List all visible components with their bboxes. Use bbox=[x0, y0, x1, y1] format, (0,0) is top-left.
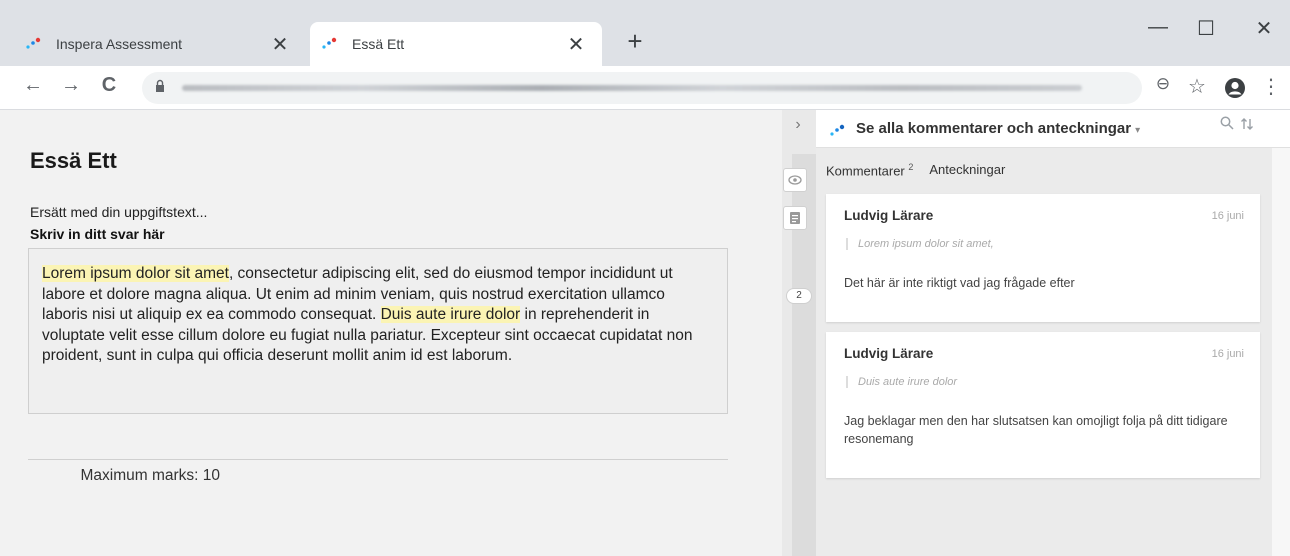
browser-menu-icon[interactable]: ⋮ bbox=[1258, 74, 1284, 99]
blurred-url bbox=[182, 85, 1082, 91]
task-text: Ersätt med din uppgiftstext... bbox=[30, 204, 208, 220]
chevron-down-icon: ▾ bbox=[1135, 125, 1141, 136]
browser-toolbar: ← → C ⊖ ☆ ⋮ bbox=[0, 66, 1290, 110]
tab-title: Essä Ett bbox=[352, 36, 405, 52]
comment-date: 16 juni bbox=[1211, 348, 1244, 360]
comments-count: 2 bbox=[908, 162, 914, 172]
panel-tabs: Kommentarer 2 Anteckningar bbox=[826, 162, 1005, 178]
close-window-button[interactable]: ✕ bbox=[1244, 16, 1284, 41]
comment-card[interactable]: Ludvig Lärare 16 juni Duis aute irure do… bbox=[826, 332, 1260, 478]
comment-text: Det här är inte riktigt vad jag frågade … bbox=[844, 276, 1075, 290]
minimize-button[interactable]: — bbox=[1138, 16, 1178, 39]
answer-label: Skriv in ditt svar här bbox=[30, 226, 165, 242]
back-button[interactable]: ← bbox=[20, 74, 46, 97]
tab-comments[interactable]: Kommentarer 2 bbox=[826, 162, 913, 178]
comment-card[interactable]: Ludvig Lärare 16 juni Lorem ipsum dolor … bbox=[826, 194, 1260, 322]
profile-avatar-icon[interactable] bbox=[1224, 77, 1246, 99]
page-content: Essä Ett Ersätt med din uppgiftstext... … bbox=[0, 110, 1290, 556]
reload-button[interactable]: C bbox=[96, 74, 122, 97]
tab-essa-ett[interactable]: Essä Ett ✕ bbox=[310, 22, 602, 66]
highlighted-text[interactable]: Duis aute irure dolor bbox=[380, 306, 521, 323]
zoom-icon[interactable]: ⊖ bbox=[1150, 74, 1176, 94]
highlighted-text[interactable]: Lorem ipsum dolor sit amet bbox=[42, 265, 229, 282]
comment-count-badge[interactable]: 2 bbox=[786, 288, 812, 304]
comment-quote: Duis aute irure dolor bbox=[846, 376, 957, 388]
panel-header: Se alla kommentarer och anteckningar ▾ bbox=[816, 110, 1290, 148]
tab-close-icon[interactable]: ✕ bbox=[270, 32, 290, 57]
panel-title: Se alla kommentarer och anteckningar bbox=[856, 120, 1132, 137]
comment-date: 16 juni bbox=[1211, 210, 1244, 222]
page-title: Essä Ett bbox=[30, 148, 117, 173]
sort-icon[interactable] bbox=[1240, 117, 1254, 131]
comments-panel: Se alla kommentarer och anteckningar ▾ Ko… bbox=[816, 110, 1290, 556]
new-tab-button[interactable]: + bbox=[620, 26, 650, 57]
tab-comments-label: Kommentarer bbox=[826, 163, 905, 179]
assignment-pane: Essä Ett Ersätt med din uppgiftstext... … bbox=[0, 110, 782, 556]
notes-document-icon[interactable] bbox=[783, 206, 807, 230]
comment-text: Jag beklagar men den har slutsatsen kan … bbox=[844, 414, 1228, 446]
tab-inspera-assessment[interactable]: Inspera Assessment ✕ bbox=[14, 22, 306, 66]
view-selector-dropdown[interactable]: Se alla kommentarer och anteckningar ▾ bbox=[856, 120, 1140, 137]
comment-author: Ludvig Lärare bbox=[844, 208, 934, 223]
maximum-marks: Maximum marks: 10 bbox=[80, 467, 220, 484]
inspera-favicon-icon bbox=[26, 37, 41, 49]
address-bar[interactable] bbox=[142, 72, 1142, 104]
forward-button[interactable]: → bbox=[58, 74, 84, 97]
panel-scroll-gutter bbox=[1272, 148, 1290, 556]
maximize-button[interactable]: ☐ bbox=[1186, 16, 1226, 41]
answer-text-box[interactable]: Lorem ipsum dolor sit amet, consectetur … bbox=[28, 248, 728, 414]
tab-strip: Inspera Assessment ✕ Essä Ett ✕ + — ☐ ✕ bbox=[0, 0, 1290, 66]
inspera-favicon-icon bbox=[322, 37, 337, 49]
inspera-logo-icon bbox=[830, 124, 845, 136]
tab-notes[interactable]: Anteckningar bbox=[929, 162, 1005, 178]
visibility-eye-icon[interactable] bbox=[783, 168, 807, 192]
tab-title: Inspera Assessment bbox=[56, 36, 183, 52]
comment-author: Ludvig Lärare bbox=[844, 346, 934, 361]
search-icon[interactable] bbox=[1220, 116, 1234, 130]
bookmark-star-icon[interactable]: ☆ bbox=[1184, 74, 1210, 99]
side-gutter: › 2 bbox=[782, 110, 816, 556]
tab-close-icon[interactable]: ✕ bbox=[566, 32, 586, 57]
comment-quote: Lorem ipsum dolor sit amet, bbox=[846, 238, 994, 250]
lock-icon bbox=[156, 79, 164, 92]
collapse-panel-chevron-icon[interactable]: › bbox=[788, 116, 808, 134]
divider bbox=[28, 459, 728, 460]
